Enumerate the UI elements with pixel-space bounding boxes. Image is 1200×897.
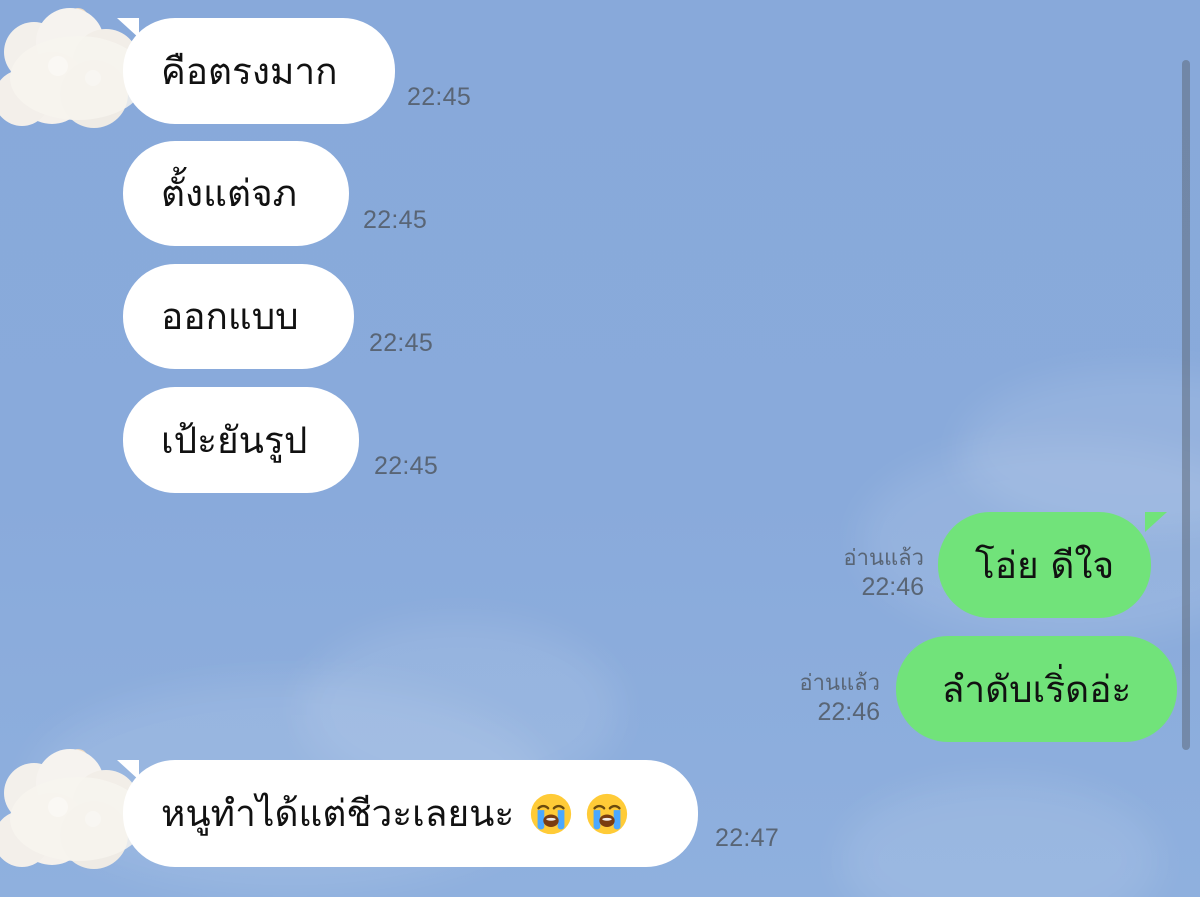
incoming-message-row: คือตรงมาก bbox=[117, 18, 395, 124]
outgoing-message-row: ลำดับเริ่ดอ่ะ bbox=[896, 636, 1177, 742]
read-label: อ่านแล้ว bbox=[843, 546, 924, 571]
incoming-message-bubble[interactable]: ออกแบบ bbox=[123, 264, 354, 369]
message-read-status: อ่านแล้ว 22:46 bbox=[826, 546, 924, 602]
incoming-message-bubble[interactable]: หนูทำได้แต่ชีวะเลยนะ bbox=[123, 760, 698, 867]
emoji-group bbox=[528, 791, 630, 837]
outgoing-message-row: โอ่ย ดีใจ bbox=[938, 512, 1167, 618]
message-text: ตั้งแต่จภ bbox=[161, 172, 298, 215]
incoming-message-bubble[interactable]: เป้ะยันรูป bbox=[123, 387, 359, 493]
message-time: 22:47 bbox=[715, 824, 780, 852]
incoming-message-row: หนูทำได้แต่ชีวะเลยนะ bbox=[117, 760, 698, 867]
background-cloud bbox=[840, 780, 1160, 897]
message-text: คือตรงมาก bbox=[161, 49, 338, 93]
message-time: 22:45 bbox=[369, 329, 434, 357]
incoming-message-row: ตั้งแต่จภ bbox=[123, 141, 349, 246]
message-text: หนูทำได้แต่ชีวะเลยนะ bbox=[161, 792, 515, 835]
message-text: ลำดับเริ่ดอ่ะ bbox=[941, 667, 1132, 711]
incoming-message-row: เป้ะยันรูป bbox=[123, 387, 359, 493]
message-time: 22:46 bbox=[817, 697, 880, 726]
message-text: เป้ะยันรูป bbox=[161, 418, 308, 462]
message-time: 22:45 bbox=[407, 83, 472, 111]
message-text: ออกแบบ bbox=[161, 295, 299, 338]
message-text: โอ่ย ดีใจ bbox=[974, 543, 1115, 587]
incoming-message-bubble[interactable]: คือตรงมาก bbox=[123, 18, 395, 124]
incoming-message-bubble[interactable]: ตั้งแต่จภ bbox=[123, 141, 349, 246]
message-time: 22:45 bbox=[363, 206, 428, 234]
incoming-message-row: ออกแบบ bbox=[123, 264, 354, 369]
outgoing-message-bubble[interactable]: โอ่ย ดีใจ bbox=[938, 512, 1151, 618]
outgoing-bubble-tail bbox=[1145, 512, 1167, 532]
loudly-crying-face-icon bbox=[531, 793, 572, 834]
outgoing-message-bubble[interactable]: ลำดับเริ่ดอ่ะ bbox=[896, 636, 1177, 742]
message-time: 22:45 bbox=[374, 452, 439, 480]
read-label: อ่านแล้ว bbox=[799, 671, 880, 696]
loudly-crying-face-icon bbox=[587, 793, 628, 834]
chat-scrollbar[interactable] bbox=[1182, 60, 1190, 750]
message-time: 22:46 bbox=[861, 572, 924, 601]
message-read-status: อ่านแล้ว 22:46 bbox=[782, 671, 880, 727]
chat-window: คือตรงมาก 22:45 ตั้งแต่จภ 22:45 ออกแบบ 2… bbox=[0, 0, 1200, 897]
